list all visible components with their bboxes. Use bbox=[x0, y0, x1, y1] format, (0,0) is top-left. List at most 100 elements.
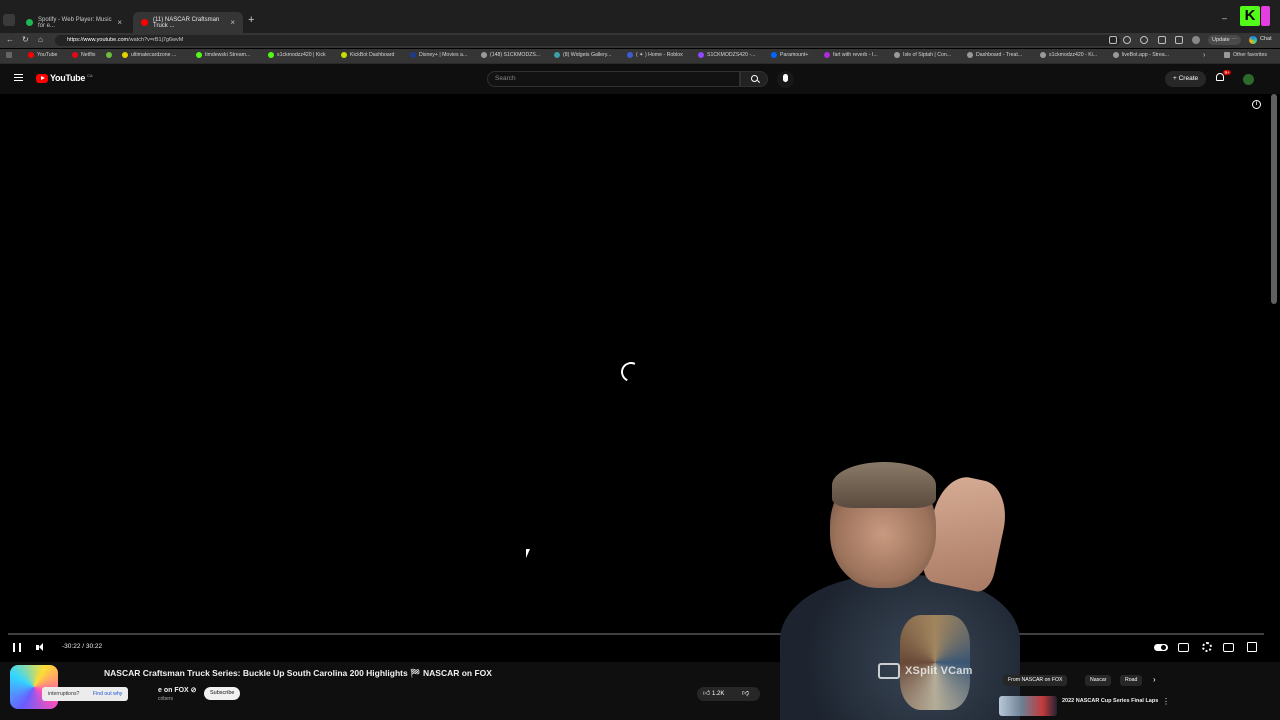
chevron-right-icon[interactable]: › bbox=[1153, 675, 1156, 684]
theater-mode-icon[interactable] bbox=[1223, 643, 1234, 652]
globe-icon bbox=[481, 52, 487, 58]
favorites-icon[interactable] bbox=[1158, 36, 1166, 44]
profile-avatar-icon[interactable] bbox=[1192, 36, 1200, 44]
volume-icon[interactable] bbox=[36, 643, 47, 653]
like-count: 1.2K bbox=[712, 691, 725, 697]
bookmarks-bar: YouTube Netflix ultimatecardzone ... tim… bbox=[0, 49, 1280, 64]
youtube-favicon-icon bbox=[141, 19, 148, 26]
home-icon[interactable]: ⌂ bbox=[38, 35, 43, 44]
globe-icon bbox=[894, 52, 900, 58]
find-out-why-link[interactable]: Find out why bbox=[93, 691, 122, 697]
close-icon[interactable]: × bbox=[230, 18, 235, 27]
bookmark-s1ckmodzz-kick[interactable]: s1ckmodzz420 | Kick bbox=[268, 52, 326, 58]
bookmark-disney[interactable]: Disney+ | Movies a... bbox=[410, 52, 467, 58]
bookmark-kickbot[interactable]: KickBot Dashboard bbox=[341, 52, 394, 58]
globe-icon bbox=[1040, 52, 1046, 58]
page-scrollbar[interactable] bbox=[1271, 94, 1277, 304]
fullscreen-icon[interactable] bbox=[1247, 642, 1257, 652]
subscribe-button[interactable]: Subscribe bbox=[204, 687, 241, 700]
url-field[interactable]: https://www.youtube.com/watch?v=rB1j7g6w… bbox=[55, 35, 1120, 46]
bookmark-s1ckmodzz-ki[interactable]: s1ckmodzz420 - Ki... bbox=[1040, 52, 1097, 58]
youtube-play-icon bbox=[36, 73, 48, 83]
globe-icon bbox=[967, 52, 973, 58]
app-available-icon[interactable] bbox=[1109, 36, 1117, 44]
account-avatar[interactable] bbox=[1243, 74, 1254, 85]
interruptions-toast: interruptions? Find out why bbox=[42, 687, 129, 701]
bookmarks-overflow-icon[interactable]: › bbox=[1203, 52, 1205, 59]
spotify-favicon-icon bbox=[26, 19, 33, 26]
bookmark-leaf[interactable] bbox=[106, 52, 112, 58]
close-icon[interactable]: × bbox=[117, 18, 122, 27]
info-icon[interactable]: i bbox=[1252, 100, 1261, 109]
favorite-star-icon[interactable] bbox=[1123, 36, 1131, 44]
bookmark-other-favorites[interactable]: Other favorites bbox=[1224, 52, 1267, 58]
thumbs-up-icon[interactable]: 👍︎ bbox=[703, 690, 710, 697]
bookmark-fart-reverb[interactable]: fart with reverb - I... bbox=[824, 52, 878, 58]
bookmark-timdewski[interactable]: timdewski Stream... bbox=[196, 52, 250, 58]
netflix-icon bbox=[72, 52, 78, 58]
bookmark-livebot[interactable]: liveBot.app - Strea... bbox=[1113, 52, 1169, 58]
browser-tab-strip: Spotify - Web Player: Music for e... × (… bbox=[0, 0, 1280, 33]
bookmark-twitch[interactable]: S1CKMODZS420 -... bbox=[698, 52, 755, 58]
youtube-wordmark: YouTube bbox=[50, 73, 86, 83]
menu-icon[interactable] bbox=[14, 74, 23, 81]
like-dislike-group[interactable]: 👍︎ 1.2K 👎︎ bbox=[697, 687, 760, 701]
xsplit-vcam-icon bbox=[878, 663, 900, 679]
webcam-person-hair bbox=[832, 462, 936, 508]
kick-badge-icon bbox=[1261, 6, 1270, 26]
bookmark-ultimatecardzone[interactable]: ultimatecardzone ... bbox=[122, 52, 176, 58]
kick-logo-icon: K bbox=[1240, 6, 1260, 26]
roblox-icon bbox=[627, 52, 633, 58]
progress-bar[interactable] bbox=[8, 633, 1264, 635]
bookmark-isle-of-siptah[interactable]: Isle of Siptah | Con... bbox=[894, 52, 951, 58]
kickbot-icon bbox=[341, 52, 347, 58]
tab-youtube-video[interactable]: (11) NASCAR Craftsman Truck ... × bbox=[133, 12, 243, 33]
voice-search-button[interactable] bbox=[777, 71, 794, 88]
extensions-icon[interactable] bbox=[1140, 36, 1148, 44]
subtitles-icon[interactable] bbox=[1178, 643, 1189, 652]
thumbs-down-icon[interactable]: 👎︎ bbox=[742, 687, 749, 701]
recommendation-thumbnail[interactable] bbox=[999, 696, 1057, 716]
chat-button[interactable]: Chat bbox=[1260, 36, 1272, 42]
youtube-icon bbox=[28, 52, 34, 58]
new-tab-button[interactable]: + bbox=[248, 14, 254, 26]
downloads-icon[interactable] bbox=[1175, 36, 1183, 44]
more-options-icon[interactable]: ⋮ bbox=[1162, 697, 1170, 706]
reload-icon[interactable]: ↻ bbox=[22, 35, 29, 44]
sound-icon bbox=[824, 52, 830, 58]
pause-icon[interactable] bbox=[13, 643, 21, 652]
copilot-icon[interactable] bbox=[1249, 36, 1257, 44]
autoplay-toggle[interactable] bbox=[1154, 644, 1168, 651]
bookmark-paramount[interactable]: Paramount+ bbox=[771, 52, 808, 58]
settings-gear-icon[interactable] bbox=[1202, 642, 1212, 652]
bookmarks-toggle-icon[interactable] bbox=[6, 52, 12, 58]
chip-nascar[interactable]: Nascar bbox=[1085, 675, 1112, 686]
back-icon[interactable]: ← bbox=[6, 35, 14, 44]
kick-icon bbox=[196, 52, 202, 58]
tab-spotify[interactable]: Spotify - Web Player: Music for e... × bbox=[18, 12, 130, 33]
recommendation-title[interactable]: 2022 NASCAR Cup Series Final Laps bbox=[1062, 697, 1160, 705]
channel-name[interactable]: e on FOX ⊘ bbox=[158, 686, 197, 694]
update-button[interactable]: Update ⋯ bbox=[1208, 35, 1241, 45]
kick-icon bbox=[268, 52, 274, 58]
minimize-button[interactable]: – bbox=[1222, 13, 1227, 23]
bookmark-s1ckmodzs[interactable]: (148) S1CKMODZS... bbox=[481, 52, 540, 58]
create-button[interactable]: + Create bbox=[1165, 71, 1207, 87]
bookmark-youtube[interactable]: YouTube bbox=[28, 52, 57, 58]
bookmark-roblox[interactable]: ( ✦ ) Home - Roblox bbox=[627, 52, 683, 58]
bookmark-dashboard-treat[interactable]: Dashboard - Treat... bbox=[967, 52, 1022, 58]
disney-icon bbox=[410, 52, 416, 58]
url-host: https://www.youtube.com bbox=[67, 37, 129, 43]
chip-road[interactable]: Road bbox=[1120, 675, 1143, 686]
cardzone-icon bbox=[122, 52, 128, 58]
youtube-logo[interactable]: YouTube CA bbox=[36, 73, 93, 83]
chip-from-nascar-on-fox[interactable]: From NASCAR on FOX bbox=[1003, 675, 1068, 686]
time-display: -30:22 / 30:22 bbox=[62, 643, 103, 650]
bookmark-widgets[interactable]: (8) Widgets Gallery... bbox=[554, 52, 611, 58]
bookmark-netflix[interactable]: Netflix bbox=[72, 52, 95, 58]
search-input[interactable]: Search bbox=[487, 71, 740, 87]
search-button[interactable] bbox=[740, 71, 768, 87]
paramount-icon bbox=[771, 52, 777, 58]
tab-search-icon[interactable] bbox=[3, 14, 15, 26]
address-bar-row: ← ↻ ⌂ https://www.youtube.com/watch?v=rB… bbox=[0, 33, 1280, 48]
